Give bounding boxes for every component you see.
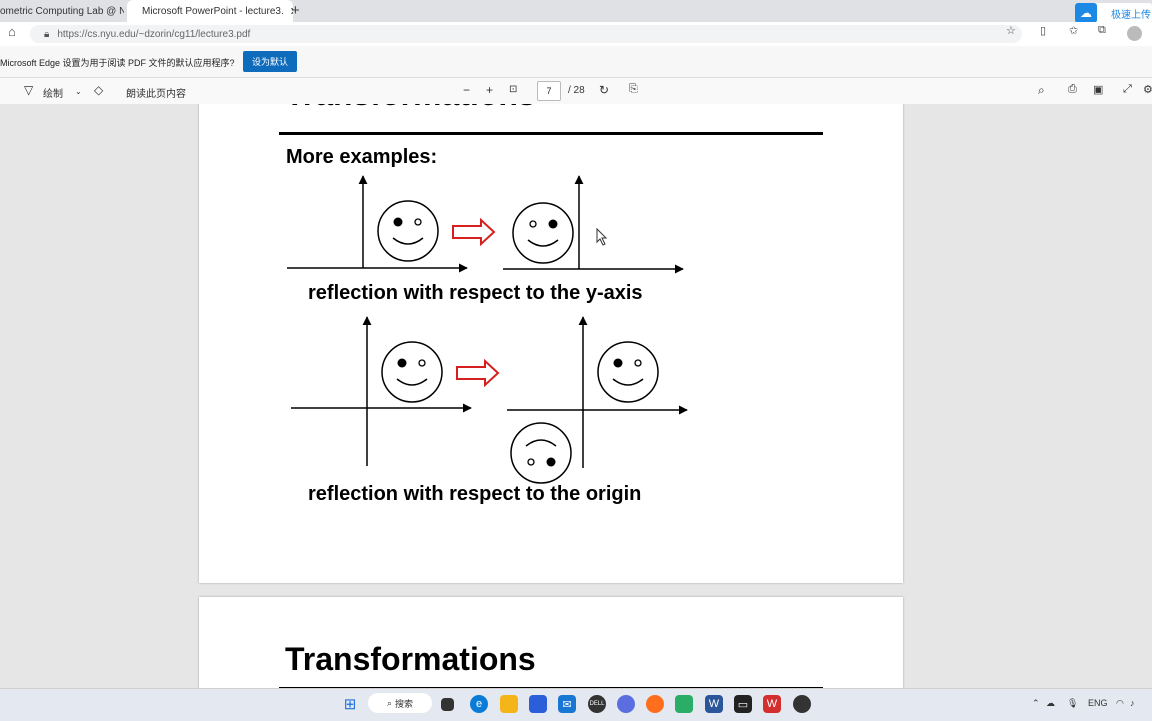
save-icon[interactable]: ▣ (1093, 83, 1103, 96)
axes-y-reflect-before (287, 175, 468, 273)
mail-icon[interactable]: ✉ (558, 695, 576, 713)
zoom-out-button[interactable]: − (463, 83, 470, 97)
draw-icon[interactable]: ▽ (24, 83, 33, 97)
cloud-icon: ☁ (1075, 3, 1097, 23)
fit-page-icon[interactable]: ⊡ (509, 84, 517, 95)
terminal-icon[interactable]: ▭ (734, 695, 752, 713)
search-icon: ⌕ (386, 697, 393, 708)
store-icon[interactable] (529, 695, 547, 713)
windows-start-icon[interactable]: ⊞ (341, 695, 359, 713)
profile-avatar[interactable] (1127, 26, 1142, 41)
search-icon[interactable]: ⌕ (1038, 83, 1045, 98)
word-icon[interactable]: W (705, 695, 723, 713)
chevron-down-icon[interactable]: ⌄ (75, 87, 82, 96)
eraser-icon[interactable]: ◇ (94, 83, 103, 97)
tab-label: Microsoft PowerPoint - lecture3. (142, 5, 284, 17)
tab-geometric-computing[interactable]: ometric Computing Lab @ NY ✕ (0, 0, 124, 22)
microphone-icon[interactable]: 🎙︎ (1067, 698, 1078, 709)
smiley-face-origin-reflected (510, 422, 572, 484)
cloud-upload-button[interactable]: ☁ 极速上传 (1075, 3, 1152, 23)
wps-icon[interactable]: W (763, 695, 781, 713)
tab-lecture3[interactable]: Microsoft PowerPoint - lecture3. ✕ (127, 0, 293, 22)
file-explorer-icon[interactable] (500, 695, 518, 713)
red-arrow-icon-2 (456, 358, 500, 388)
caption-y-axis: reflection with respect to the y-axis (308, 282, 643, 304)
draw-label[interactable]: 绘制 (43, 85, 63, 100)
caption-origin: reflection with respect to the origin (308, 483, 642, 505)
taskbar (0, 688, 1152, 721)
zoom-in-button[interactable]: + (486, 83, 493, 97)
settings-icon[interactable]: ⚙ (1143, 83, 1152, 96)
print-icon[interactable]: ⎙ (1068, 83, 1077, 96)
collections-icon[interactable]: ⧉ (1098, 24, 1106, 37)
infobar-message: Microsoft Edge 设置为用于阅读 PDF 文件的默认应用程序? (0, 58, 235, 68)
set-default-button[interactable]: 设为默认 (243, 51, 297, 72)
pdf-page-8: Transformations (199, 597, 903, 688)
dell-icon[interactable]: DELL (588, 695, 606, 713)
pdf-viewer[interactable]: Transformations More examples: (0, 104, 1152, 688)
home-icon[interactable]: ⌂ (8, 24, 16, 39)
smiley-face-y-reflected (512, 202, 574, 264)
slide-title: Transformations (285, 641, 536, 677)
volume-icon[interactable]: ♪ (1130, 698, 1135, 708)
rotate-icon[interactable]: ↻ (599, 83, 609, 97)
url-text: https://cs.nyu.edu/~dzorin/cg11/lecture3… (57, 28, 251, 40)
page-number-input[interactable]: 7 (537, 81, 561, 101)
cloud-tray-icon[interactable]: ☁ (1046, 698, 1055, 709)
read-aloud-button[interactable]: 朗读此页内容 (126, 85, 186, 100)
firefox-icon[interactable] (646, 695, 664, 713)
axes-origin-reflect-after (507, 316, 688, 468)
wechat-icon[interactable] (675, 695, 693, 713)
pdf-page-7: Transformations More examples: (199, 104, 903, 583)
taskbar-search[interactable]: ⌕ 搜索 (368, 693, 432, 713)
chevron-up-icon[interactable]: ⌃ (1032, 698, 1040, 709)
axes-origin-reflect-before (291, 316, 472, 466)
page-total: / 28 (568, 85, 585, 96)
smiley-face-original (377, 200, 439, 262)
lock-icon[interactable]: 🔒︎ (44, 29, 49, 40)
favorites-icon[interactable]: ✩ (1069, 24, 1078, 37)
language-indicator[interactable]: ENG (1088, 698, 1108, 708)
smiley-face-original-2 (381, 341, 443, 403)
copilot-icon[interactable] (617, 695, 635, 713)
tab-label: ometric Computing Lab @ NY (0, 5, 124, 17)
split-screen-icon[interactable]: ▯ (1040, 24, 1046, 37)
favorite-add-icon[interactable]: ☆ (1006, 24, 1016, 37)
fullscreen-icon[interactable]: ⤢ (1123, 83, 1132, 96)
reflection-diagrams (287, 175, 688, 484)
task-view-icon[interactable] (441, 698, 454, 711)
edge-icon[interactable]: e (470, 695, 488, 713)
page-view-icon[interactable]: ⎘ (629, 83, 638, 96)
new-tab-button[interactable]: + (291, 2, 300, 19)
mouse-cursor-icon (596, 227, 608, 246)
cloud-upload-label: 极速上传 (1111, 9, 1151, 21)
address-bar[interactable]: 🔒︎ https://cs.nyu.edu/~dzorin/cg11/lectu… (30, 25, 1022, 43)
smiley-face-first-quadrant (597, 341, 659, 403)
taskbar-search-label: 搜索 (395, 698, 414, 709)
red-arrow-icon (452, 217, 496, 247)
app-icon[interactable] (793, 695, 811, 713)
wifi-icon[interactable]: ◠ (1116, 698, 1124, 709)
